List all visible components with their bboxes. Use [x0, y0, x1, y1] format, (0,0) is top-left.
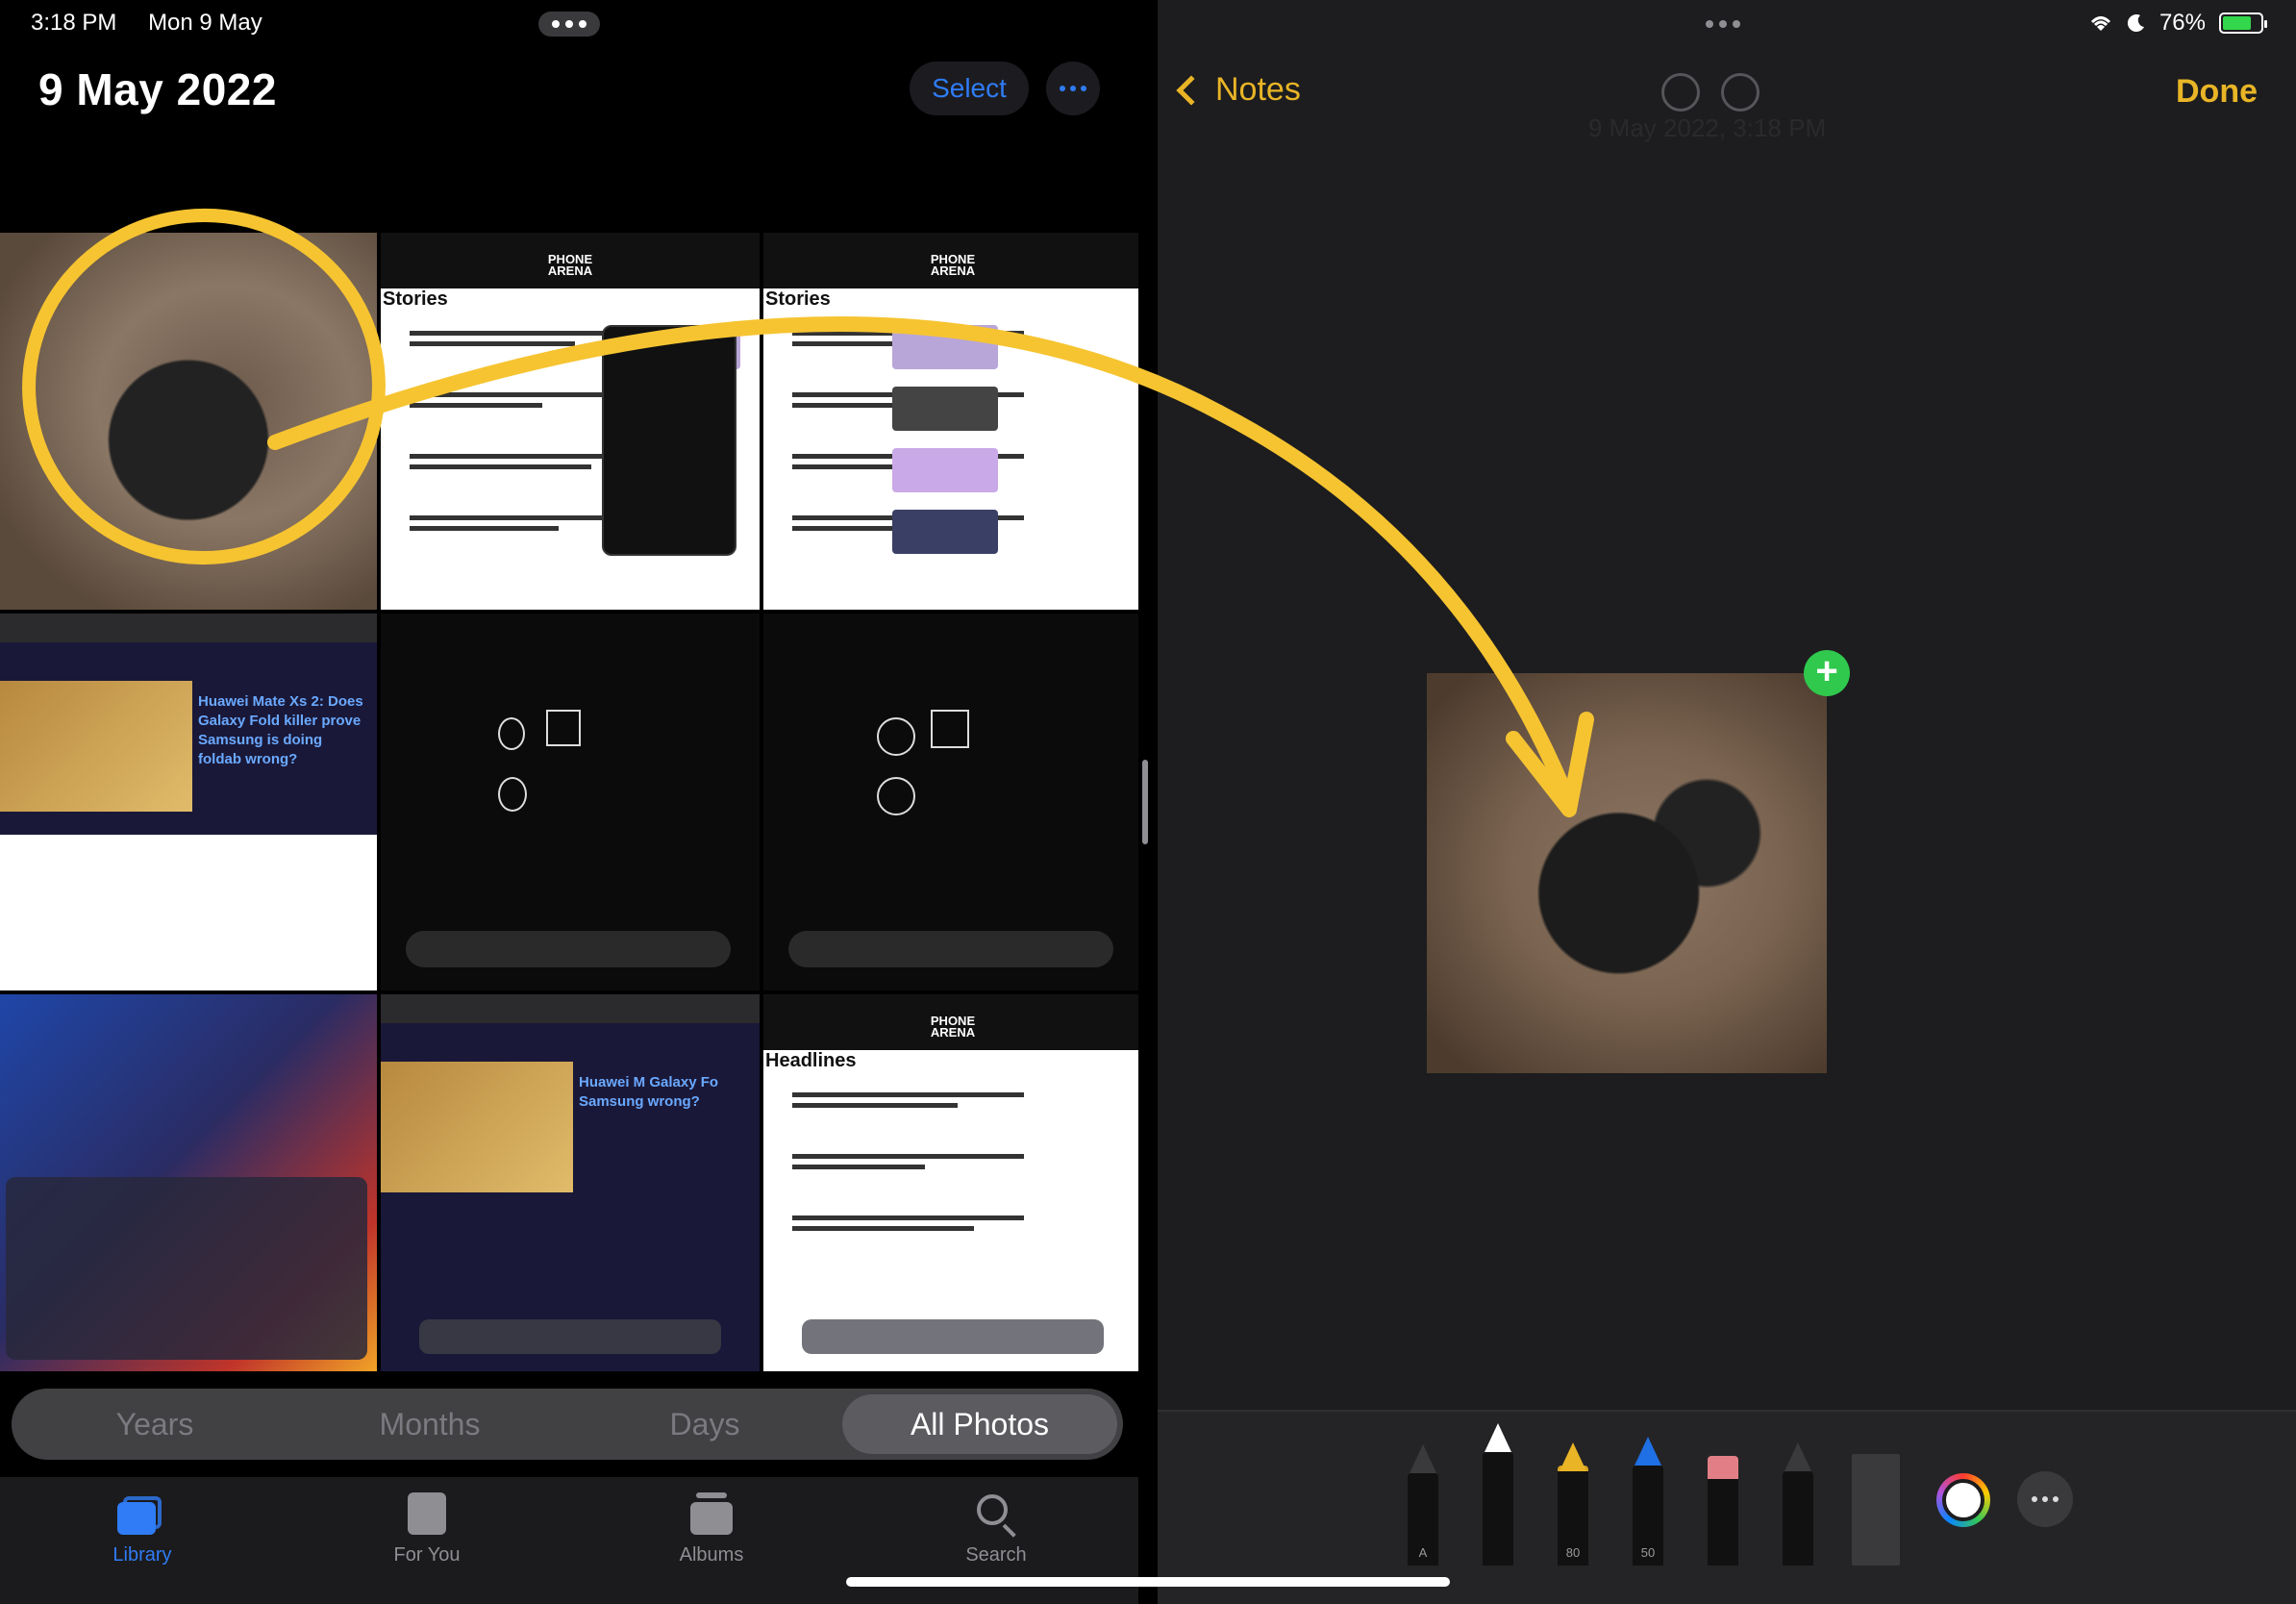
tab-albums[interactable]: Albums	[569, 1477, 854, 1604]
photo-thumbnail-webpage[interactable]: PHONE ARENA Stories	[381, 233, 760, 610]
battery-icon	[2219, 13, 2267, 34]
photos-app: 3:18 PM Mon 9 May 9 May 2022 Select PHON…	[0, 0, 1138, 1604]
ruler-tool[interactable]	[1852, 1454, 1900, 1566]
photo-thumbnail-homescreen[interactable]	[0, 994, 377, 1371]
redo-icon[interactable]	[1721, 73, 1759, 112]
eraser-tool[interactable]	[1708, 1456, 1738, 1566]
back-to-notes-button[interactable]: Notes	[1176, 71, 1301, 109]
photo-thumbnail-news[interactable]: Huawei M Galaxy Fo Samsung wrong?	[381, 994, 760, 1371]
tool-label: A	[1418, 1545, 1428, 1560]
multitasking-handle[interactable]	[538, 12, 600, 37]
dragged-photo-preview[interactable]	[1427, 673, 1827, 1073]
note-timestamp: 9 May 2022, 3:18 PM	[1588, 113, 1827, 142]
crayon-tool[interactable]	[1783, 1442, 1813, 1566]
scroll-indicator[interactable]	[1142, 760, 1148, 844]
albums-icon	[686, 1492, 736, 1537]
add-plus-icon: +	[1804, 650, 1850, 696]
photo-library-icon	[117, 1492, 167, 1537]
tool-label: 50	[1640, 1545, 1656, 1560]
segment-years[interactable]: Years	[17, 1394, 292, 1454]
thumbnail-text: Huawei Mate Xs 2: Does Galaxy Fold kille…	[198, 693, 363, 767]
ipad-split-view: 3:18 PM Mon 9 May 9 May 2022 Select PHON…	[0, 0, 2296, 1604]
library-view-segmented-control: Years Months Days All Photos	[12, 1389, 1123, 1460]
photo-thumbnail-news[interactable]: Huawei Mate Xs 2: Does Galaxy Fold kille…	[0, 614, 377, 990]
status-time: 3:18 PM	[31, 10, 117, 36]
tab-search-label: Search	[965, 1544, 1027, 1566]
segment-days[interactable]: Days	[567, 1394, 842, 1454]
tab-albums-label: Albums	[679, 1544, 744, 1566]
do-not-disturb-moon-icon	[2127, 14, 2144, 33]
photo-thumbnail-drawing[interactable]	[763, 614, 1138, 990]
page-title: 9 May 2022	[38, 64, 277, 114]
battery-percent: 76%	[2159, 10, 2206, 36]
for-you-icon	[402, 1492, 452, 1537]
status-time-date: 3:18 PM Mon 9 May	[31, 10, 287, 37]
photo-grid: PHONE ARENA Stories PHONE ARENA Stories H	[0, 233, 1138, 1483]
tab-for-you-label: For You	[393, 1544, 461, 1566]
toolbar-more-button[interactable]	[2017, 1471, 2073, 1527]
undo-icon[interactable]	[1661, 73, 1700, 112]
wifi-icon	[2090, 16, 2111, 31]
segment-all-photos[interactable]: All Photos	[842, 1394, 1117, 1454]
marker-tool[interactable]: 80	[1558, 1442, 1588, 1566]
pen-tool[interactable]	[1483, 1423, 1513, 1566]
notes-app: 76% Notes 9 May 2022, 3:18 PM Done + A 8…	[1158, 0, 2296, 1604]
select-button[interactable]: Select	[910, 62, 1029, 115]
thumbnail-heading: Stories	[765, 288, 831, 310]
photo-thumbnail-drawing[interactable]	[381, 614, 760, 990]
back-label: Notes	[1215, 71, 1301, 108]
tab-library-label: Library	[112, 1544, 172, 1566]
thumbnail-text: Huawei M Galaxy Fo Samsung wrong?	[579, 1074, 719, 1110]
photo-thumbnail-headphones[interactable]	[0, 233, 377, 610]
photo-thumbnail-webpage[interactable]: PHONE ARENA Headlines	[763, 994, 1138, 1371]
search-icon	[971, 1492, 1021, 1538]
more-options-button[interactable]	[1046, 62, 1100, 115]
color-picker-icon[interactable]	[1936, 1473, 1990, 1527]
tab-for-you[interactable]: For You	[285, 1477, 569, 1604]
markup-toolbar: A 80 50	[1158, 1410, 2296, 1604]
home-indicator[interactable]	[846, 1577, 1450, 1587]
photo-thumbnail-webpage[interactable]: PHONE ARENA Stories	[763, 233, 1138, 610]
segment-months[interactable]: Months	[292, 1394, 567, 1454]
multitasking-handle[interactable]	[1692, 12, 1754, 37]
split-view-divider[interactable]	[1138, 0, 1158, 1604]
tab-library[interactable]: Library	[0, 1477, 285, 1604]
status-date: Mon 9 May	[148, 10, 262, 36]
thumbnail-heading: Headlines	[765, 1050, 857, 1071]
thumbnail-heading: Stories	[383, 288, 448, 310]
tool-label: 80	[1565, 1545, 1581, 1560]
done-button[interactable]: Done	[2176, 73, 2258, 111]
pen-monoline-tool[interactable]: A	[1408, 1444, 1438, 1566]
pencil-tool[interactable]: 50	[1633, 1437, 1663, 1566]
chevron-left-icon	[1176, 74, 1207, 106]
status-indicators: 76%	[2088, 10, 2267, 37]
